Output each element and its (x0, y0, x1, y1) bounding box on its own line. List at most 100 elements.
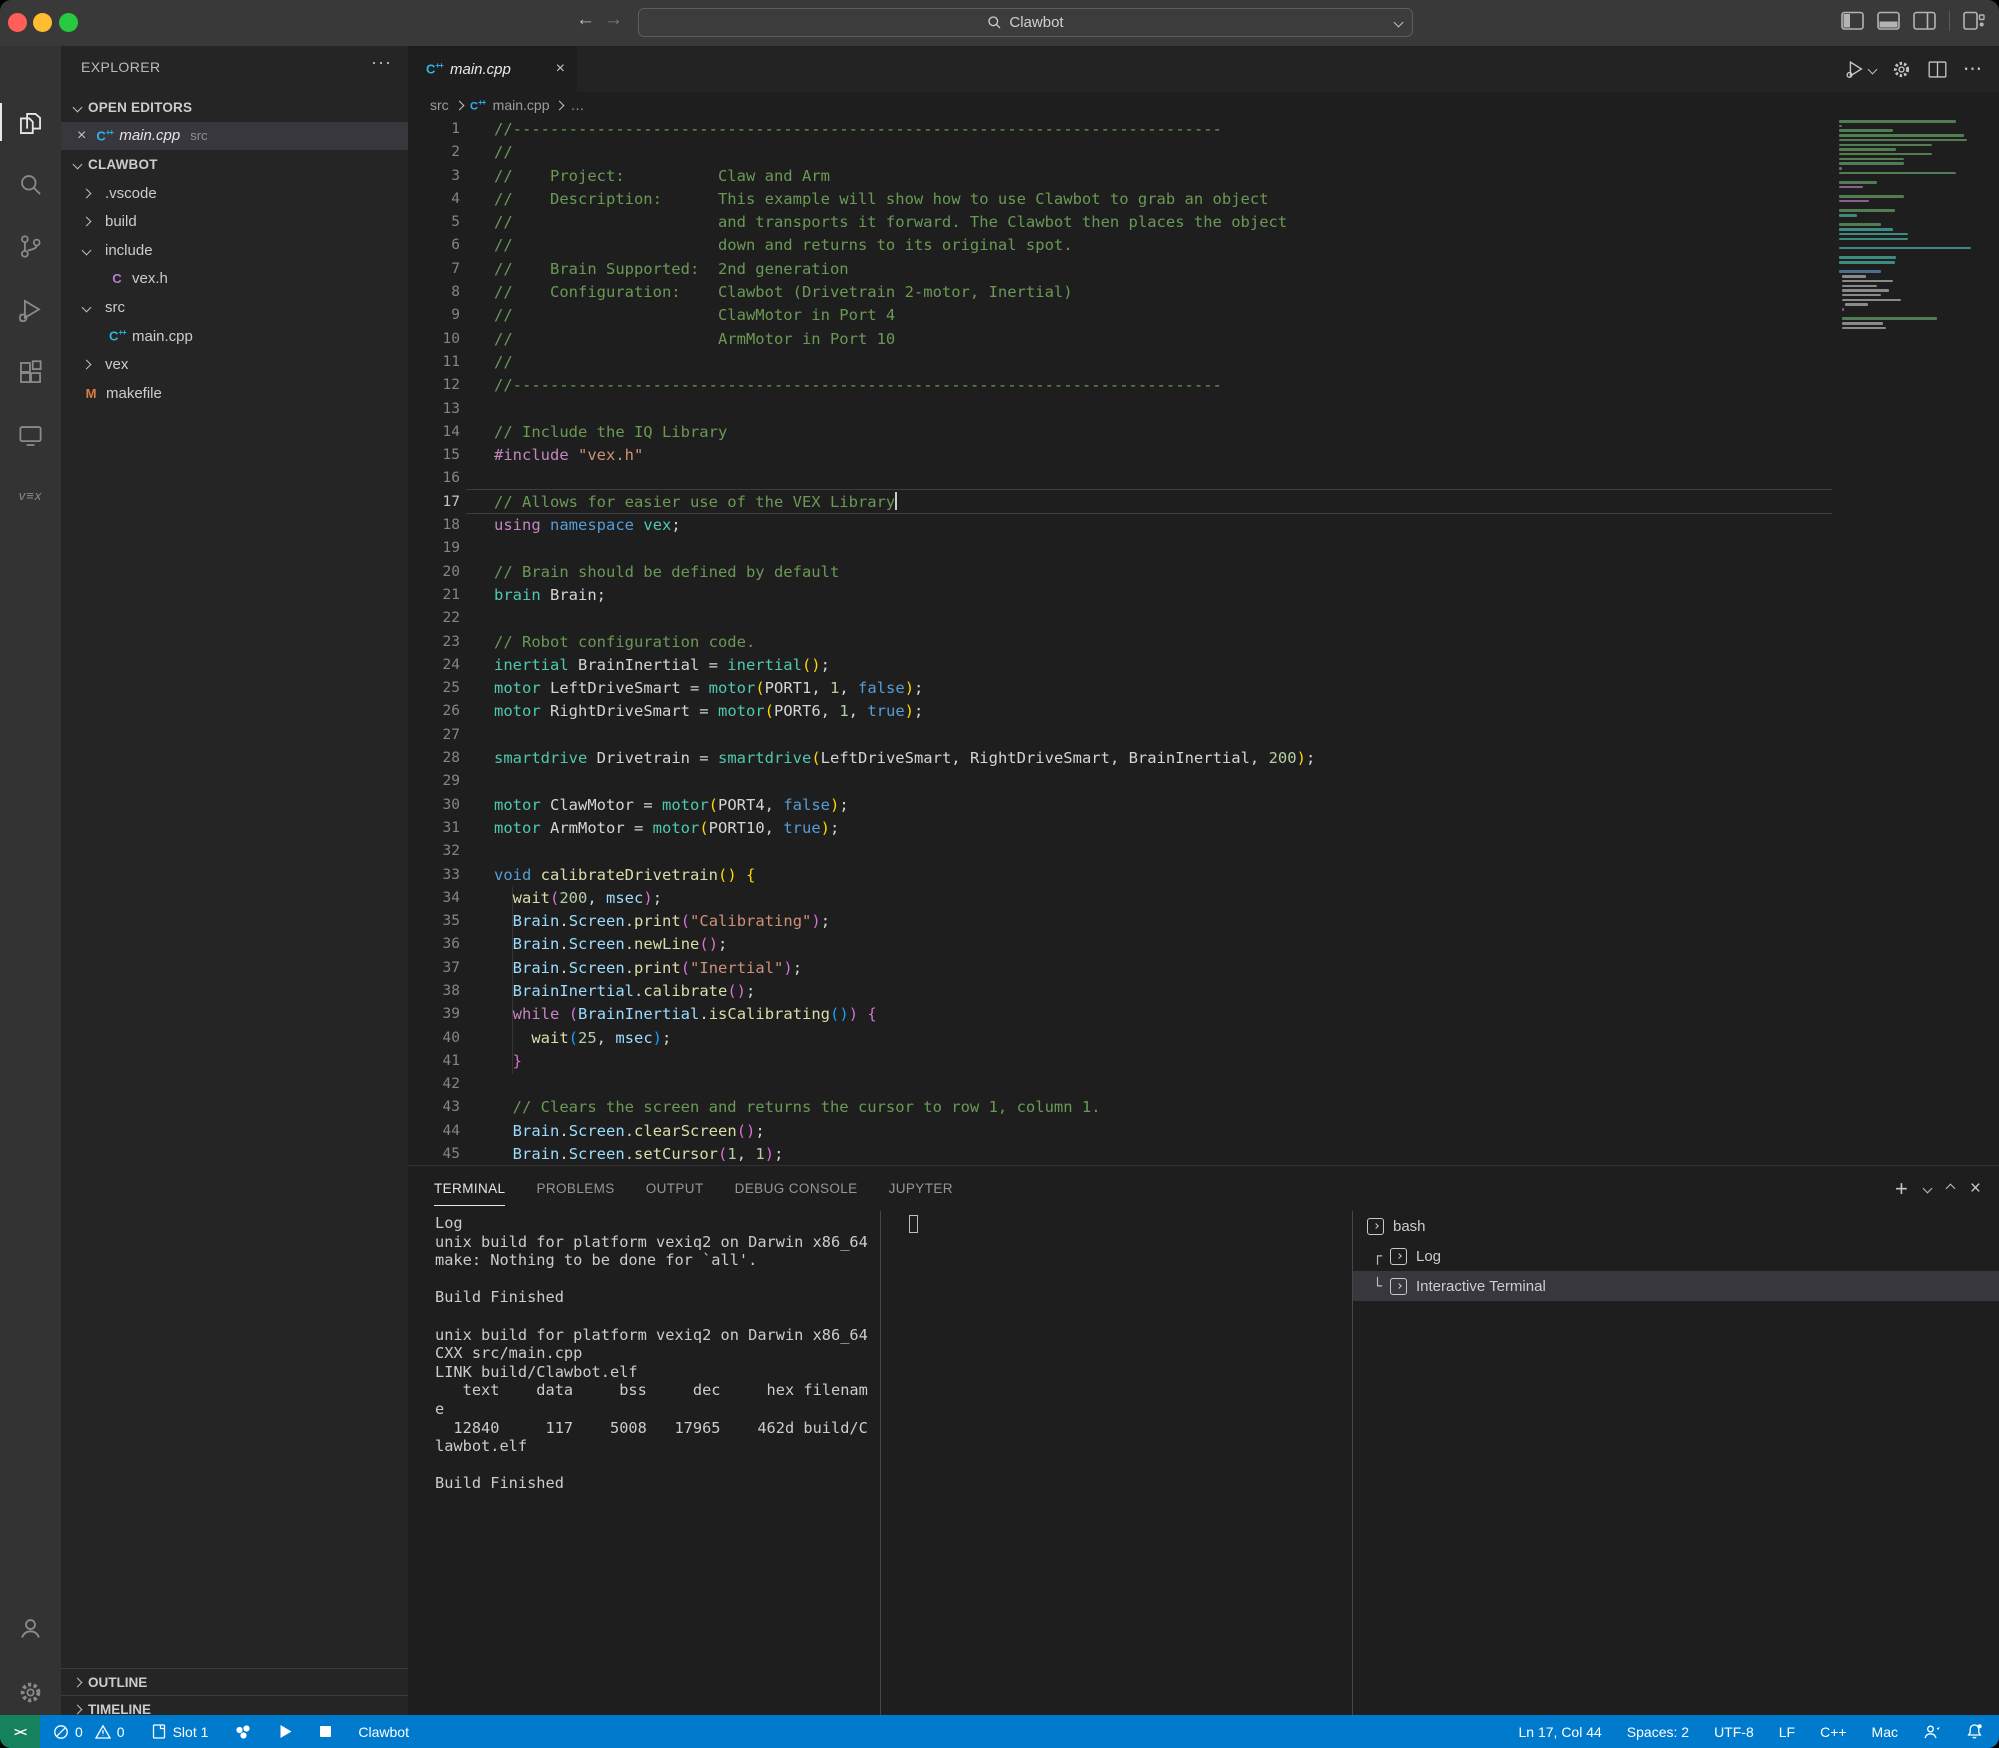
code-line[interactable]: 25 motor LeftDriveSmart = motor(PORT1, 1,… (408, 677, 1830, 700)
code-line[interactable]: 3 // Project: Claw and Arm (408, 165, 1830, 188)
cursor-position-status[interactable]: Ln 17, Col 44 (1519, 1724, 1602, 1740)
keymap-status[interactable]: Mac (1872, 1724, 1898, 1740)
line-number[interactable]: 33 (408, 864, 460, 887)
explorer-icon[interactable] (0, 99, 61, 147)
settings-gear-icon[interactable] (0, 1668, 61, 1716)
run-debug-icon[interactable] (0, 286, 61, 334)
chevron-down-icon[interactable] (1393, 17, 1404, 28)
code-line[interactable]: 22 (408, 607, 1830, 630)
line-number[interactable]: 30 (408, 794, 460, 817)
tree-item-makefile[interactable]: Mmakefile (61, 379, 408, 408)
toggle-primary-sidebar-icon[interactable] (1841, 11, 1864, 31)
editor-more-actions-icon[interactable]: ⋯ (1963, 58, 1983, 81)
code-line[interactable]: 21 brain Brain; (408, 584, 1830, 607)
zoom-window-button[interactable] (59, 13, 78, 32)
line-number[interactable]: 6 (408, 234, 460, 257)
slot-selector[interactable]: Slot 1 (151, 1723, 208, 1740)
code-line[interactable]: 6 // down and returns to its original spo… (408, 234, 1830, 257)
code-line[interactable]: 30 motor ClawMotor = motor(PORT4, false); (408, 794, 1830, 817)
breadcrumb-symbol[interactable]: … (570, 97, 584, 113)
outline-section-header[interactable]: OUTLINE (61, 1668, 408, 1695)
line-number[interactable]: 21 (408, 584, 460, 607)
line-number[interactable]: 29 (408, 770, 460, 793)
tree-item-vexh[interactable]: Cvex.h (61, 265, 408, 294)
panel-tab-problems[interactable]: PROBLEMS (536, 1166, 614, 1211)
code-line[interactable]: 18 using namespace vex; (408, 514, 1830, 537)
minimap[interactable] (1833, 120, 1991, 1165)
line-number[interactable]: 32 (408, 840, 460, 863)
breadcrumb-src[interactable]: src (430, 97, 449, 113)
accounts-icon[interactable] (0, 1604, 61, 1652)
terminal-list-item-interactive-terminal[interactable]: └ Interactive Terminal (1353, 1271, 1999, 1301)
language-mode-status[interactable]: C++ (1820, 1724, 1846, 1740)
line-number[interactable]: 7 (408, 258, 460, 281)
line-number[interactable]: 1 (408, 118, 460, 141)
line-number[interactable]: 43 (408, 1096, 460, 1119)
code-line[interactable]: 29 (408, 770, 1830, 793)
line-number[interactable]: 4 (408, 188, 460, 211)
code-line[interactable]: 4 // Description: This example will show … (408, 188, 1830, 211)
toggle-secondary-sidebar-icon[interactable] (1913, 11, 1936, 31)
line-number[interactable]: 19 (408, 537, 460, 560)
code-line[interactable]: 1 //-------------------------------------… (408, 118, 1830, 141)
line-number[interactable]: 8 (408, 281, 460, 304)
code-line[interactable]: 5 // and transports it forward. The Clawb… (408, 211, 1830, 234)
code-line[interactable]: 15 #include "vex.h" (408, 444, 1830, 467)
code-line[interactable]: 20 // Brain should be defined by default (408, 561, 1830, 584)
command-center-search[interactable]: Clawbot (638, 8, 1413, 37)
line-number[interactable]: 20 (408, 561, 460, 584)
code-line[interactable]: 37 Brain.Screen.print("Inertial"); (408, 957, 1830, 980)
line-number[interactable]: 39 (408, 1003, 460, 1026)
panel-tab-debug-console[interactable]: DEBUG CONSOLE (735, 1166, 858, 1211)
code-line[interactable]: 31 motor ArmMotor = motor(PORT10, true); (408, 817, 1830, 840)
breadcrumb[interactable]: src C++ main.cpp … (408, 92, 1999, 118)
code-line[interactable]: 36 Brain.Screen.newLine(); (408, 933, 1830, 956)
line-number[interactable]: 13 (408, 398, 460, 421)
split-editor-icon[interactable] (1927, 59, 1948, 80)
line-number[interactable]: 17 (408, 491, 460, 514)
line-number[interactable]: 41 (408, 1050, 460, 1073)
titlebar[interactable]: ← → Clawbot (0, 0, 1999, 46)
code-line[interactable]: 10 // ArmMotor in Port 10 (408, 328, 1830, 351)
code-line[interactable]: 24 inertial BrainInertial = inertial(); (408, 654, 1830, 677)
terminal-output[interactable]: Log unix build for platform vexiq2 on Dar… (435, 1214, 868, 1493)
tab-maincpp[interactable]: C++ main.cpp × (408, 46, 578, 92)
new-terminal-icon[interactable]: + (1895, 1176, 1908, 1202)
code-line[interactable]: 33 void calibrateDrivetrain() { (408, 864, 1830, 887)
tree-item-include[interactable]: include (61, 236, 408, 265)
problems-status[interactable]: 0 0 (53, 1724, 125, 1740)
line-number[interactable]: 15 (408, 444, 460, 467)
navigate-back-button[interactable]: ← (576, 9, 595, 31)
line-number[interactable]: 28 (408, 747, 460, 770)
code-line[interactable]: 27 (408, 724, 1830, 747)
code-line[interactable]: 43 // Clears the screen and returns the … (408, 1096, 1830, 1119)
line-number[interactable]: 12 (408, 374, 460, 397)
code-line[interactable]: 11 // (408, 351, 1830, 374)
code-line[interactable]: 12 //------------------------------------… (408, 374, 1830, 397)
line-number[interactable]: 42 (408, 1073, 460, 1096)
code-line[interactable]: 23 // Robot configuration code. (408, 631, 1830, 654)
tree-item-build[interactable]: build (61, 207, 408, 236)
tree-item-maincpp[interactable]: C++ main.cpp (61, 322, 408, 351)
code-content[interactable]: 1 //-------------------------------------… (408, 118, 1830, 1165)
code-line[interactable]: 16 (408, 467, 1830, 490)
line-number[interactable]: 44 (408, 1120, 460, 1143)
line-number[interactable]: 16 (408, 467, 460, 490)
line-number[interactable]: 26 (408, 700, 460, 723)
line-number[interactable]: 37 (408, 957, 460, 980)
line-number[interactable]: 10 (408, 328, 460, 351)
line-number[interactable]: 31 (408, 817, 460, 840)
panel-tab-terminal[interactable]: TERMINAL (434, 1166, 506, 1211)
project-name-status[interactable]: Clawbot (358, 1724, 409, 1740)
code-line[interactable]: 44 Brain.Screen.clearScreen(); (408, 1120, 1830, 1143)
code-line[interactable]: 8 // Configuration: Clawbot (Drivetrain 2… (408, 281, 1830, 304)
tree-item-vscode[interactable]: .vscode (61, 179, 408, 208)
notifications-bell-icon[interactable] (1966, 1723, 1983, 1740)
terminal-dropdown-chevron-icon[interactable] (1922, 1183, 1933, 1194)
close-panel-icon[interactable]: × (1970, 1178, 1981, 1200)
encoding-status[interactable]: UTF-8 (1714, 1724, 1754, 1740)
breadcrumb-maincpp[interactable]: main.cpp (493, 97, 550, 113)
code-line[interactable]: 7 // Brain Supported: 2nd generation (408, 258, 1830, 281)
code-line[interactable]: 41 } (408, 1050, 1830, 1073)
line-number[interactable]: 34 (408, 887, 460, 910)
